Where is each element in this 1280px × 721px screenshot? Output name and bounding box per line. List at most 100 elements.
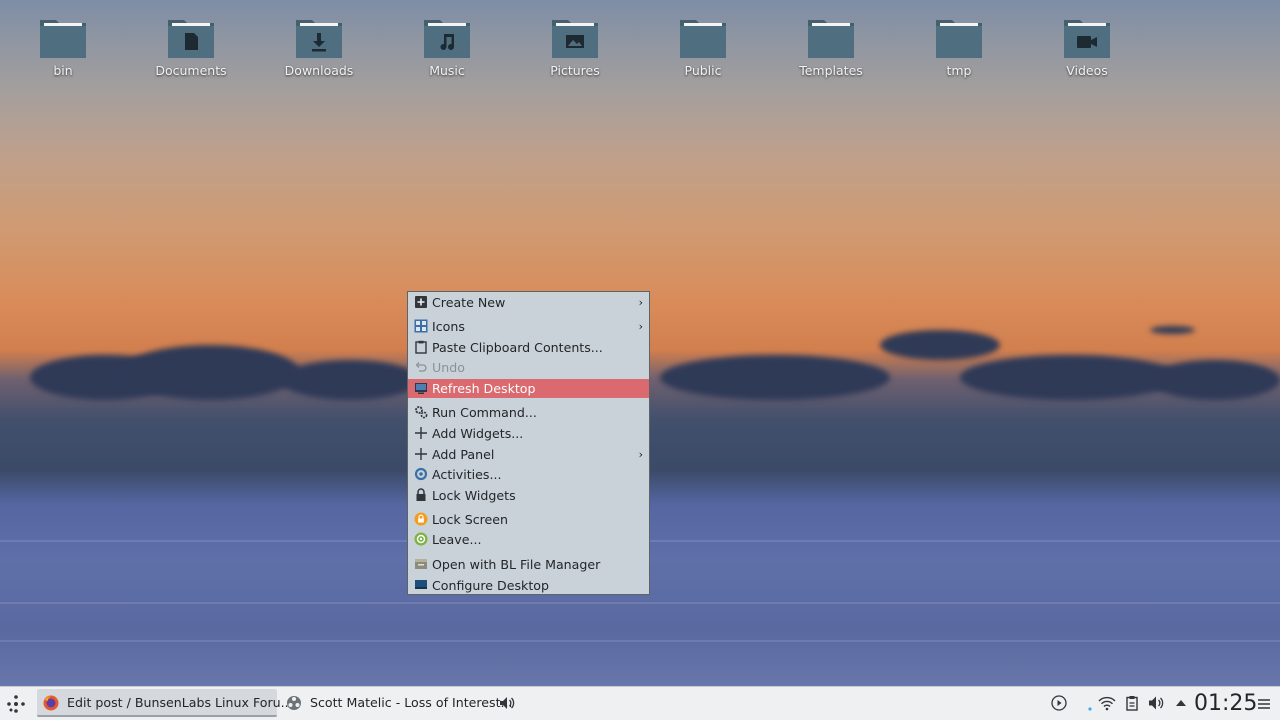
folder-download-icon xyxy=(296,20,342,58)
desktop-icon-label: bin xyxy=(53,63,73,78)
submenu-arrow-icon: › xyxy=(638,448,643,461)
menu-item-lock-screen[interactable]: Lock Screen xyxy=(408,510,649,529)
menu-item-label: Configure Desktop xyxy=(432,578,549,593)
panel-menu-icon[interactable] xyxy=(1257,697,1271,711)
clipboard-tray-icon[interactable] xyxy=(1124,695,1140,711)
media-player-icon xyxy=(287,696,301,710)
desktop[interactable]: bin Documents Downloads Music Pictures P… xyxy=(0,0,1280,686)
plus-icon xyxy=(415,448,427,460)
menu-item-configure-desktop[interactable]: Configure Desktop xyxy=(408,576,649,595)
desktop-icon-label: Pictures xyxy=(550,63,600,78)
menu-item-label: Activities... xyxy=(432,467,502,482)
menu-item-icons[interactable]: Icons › xyxy=(408,317,649,336)
submenu-arrow-icon: › xyxy=(638,320,643,333)
desktop-context-menu: Create New › Icons › Paste Clipboard Con… xyxy=(407,291,650,595)
power-icon xyxy=(414,532,428,546)
menu-item-refresh-desktop[interactable]: Refresh Desktop xyxy=(408,379,649,398)
monitor-icon xyxy=(415,383,427,394)
menu-item-label: Leave... xyxy=(432,532,482,547)
media-controls-icon[interactable] xyxy=(1051,695,1067,711)
audio-playing-icon xyxy=(500,697,515,709)
notification-dot-icon[interactable] xyxy=(1084,695,1094,711)
desktop-icon-pictures[interactable]: Pictures xyxy=(520,14,630,78)
configure-desktop-icon xyxy=(415,580,427,589)
folder-document-icon xyxy=(168,20,214,58)
water-line xyxy=(0,602,1280,604)
file-manager-icon xyxy=(415,559,427,569)
menu-item-label: Add Panel xyxy=(432,447,495,462)
taskbar-task-media-player[interactable]: Scott Matelic - Loss of Interest... xyxy=(280,689,520,717)
menu-item-label: Create New xyxy=(432,295,506,310)
menu-item-label: Run Command... xyxy=(432,405,537,420)
menu-item-label: Lock Screen xyxy=(432,512,509,527)
desktop-icon-label: Public xyxy=(684,63,722,78)
padlock-icon xyxy=(416,488,426,501)
gears-icon xyxy=(415,406,428,419)
wifi-icon[interactable] xyxy=(1098,695,1116,711)
undo-icon xyxy=(415,362,427,372)
desktop-icon-label: Templates xyxy=(799,63,863,78)
desktop-icon-documents[interactable]: Documents xyxy=(136,14,246,78)
task-title: Edit post / BunsenLabs Linux Foru... xyxy=(67,695,293,710)
folder-icon xyxy=(936,20,982,58)
volume-icon[interactable] xyxy=(1148,695,1164,711)
menu-item-open-file-manager[interactable]: Open with BL File Manager xyxy=(408,555,649,574)
cloud-shape xyxy=(1150,326,1195,334)
menu-item-add-widgets[interactable]: Add Widgets... xyxy=(408,424,649,443)
submenu-arrow-icon: › xyxy=(638,296,643,309)
desktop-icon-label: tmp xyxy=(946,63,972,78)
cloud-shape xyxy=(280,360,420,400)
taskbar: Edit post / BunsenLabs Linux Foru... Sco… xyxy=(0,686,1280,720)
menu-item-leave[interactable]: Leave... xyxy=(408,530,649,549)
menu-item-label: Icons xyxy=(432,319,465,334)
taskbar-task-firefox[interactable]: Edit post / BunsenLabs Linux Foru... xyxy=(37,689,293,717)
menu-item-label: Lock Widgets xyxy=(432,488,516,503)
plus-icon xyxy=(415,427,427,439)
folder-video-icon xyxy=(1064,20,1110,58)
firefox-icon xyxy=(43,695,59,711)
task-title: Scott Matelic - Loss of Interest... xyxy=(310,695,513,710)
menu-item-label: Add Widgets... xyxy=(432,426,524,441)
clock[interactable]: 01:25 xyxy=(1194,687,1257,721)
folder-music-icon xyxy=(424,20,470,58)
cloud-shape xyxy=(1150,360,1280,400)
application-launcher[interactable] xyxy=(6,694,26,714)
folder-icon xyxy=(680,20,726,58)
cloud-shape xyxy=(120,345,300,400)
menu-item-add-panel[interactable]: Add Panel › xyxy=(408,445,649,464)
grid-icon xyxy=(414,319,428,333)
expand-tray-icon[interactable] xyxy=(1173,695,1189,711)
clipboard-icon xyxy=(415,340,427,354)
desktop-icon-downloads[interactable]: Downloads xyxy=(264,14,374,78)
folder-icon xyxy=(40,20,86,58)
desktop-icon-music[interactable]: Music xyxy=(392,14,502,78)
cloud-shape xyxy=(960,355,1180,400)
desktop-icon-videos[interactable]: Videos xyxy=(1032,14,1142,78)
menu-item-activities[interactable]: Activities... xyxy=(408,465,649,484)
desktop-icon-label: Videos xyxy=(1066,63,1108,78)
lock-screen-icon xyxy=(414,512,428,526)
menu-item-label: Refresh Desktop xyxy=(432,381,536,396)
launcher-icon xyxy=(7,695,25,713)
menu-item-undo[interactable]: Undo xyxy=(408,358,649,377)
desktop-icon-tmp[interactable]: tmp xyxy=(904,14,1014,78)
desktop-icon-templates[interactable]: Templates xyxy=(776,14,886,78)
desktop-icon-bin[interactable]: bin xyxy=(8,14,118,78)
folder-icon xyxy=(808,20,854,58)
menu-item-create-new[interactable]: Create New › xyxy=(408,293,649,312)
desktop-icon-label: Documents xyxy=(155,63,227,78)
activities-icon xyxy=(414,467,428,481)
menu-item-run-command[interactable]: Run Command... xyxy=(408,403,649,422)
desktop-icon-public[interactable]: Public xyxy=(648,14,758,78)
water-line xyxy=(0,640,1280,642)
menu-item-lock-widgets[interactable]: Lock Widgets xyxy=(408,486,649,505)
menu-item-paste-clipboard[interactable]: Paste Clipboard Contents... xyxy=(408,338,649,357)
cloud-shape xyxy=(660,355,890,400)
desktop-icon-label: Downloads xyxy=(284,63,354,78)
cloud-shape xyxy=(880,330,1000,360)
desktop-icon-label: Music xyxy=(429,63,465,78)
menu-item-label: Open with BL File Manager xyxy=(432,557,601,572)
menu-item-label: Paste Clipboard Contents... xyxy=(432,340,603,355)
plus-square-icon xyxy=(415,296,427,308)
folder-picture-icon xyxy=(552,20,598,58)
